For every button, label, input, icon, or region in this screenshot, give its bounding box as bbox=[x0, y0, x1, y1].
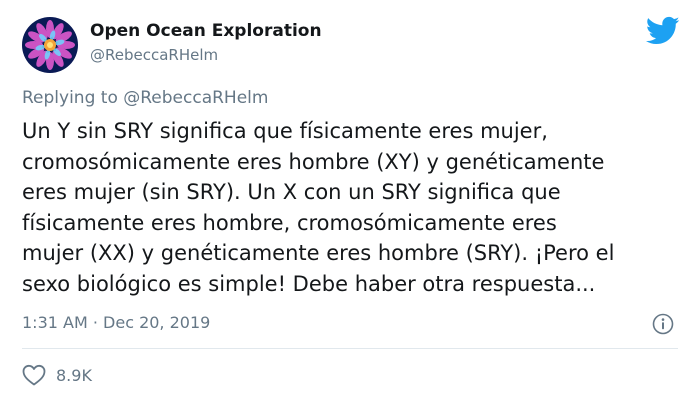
tweet-text-line: eres mujer (sin SRY). Un X con un SRY si… bbox=[22, 180, 561, 204]
tweet-text-line: Un Y sin SRY significa que físicamente e… bbox=[22, 119, 548, 143]
like-button[interactable]: 8.9K bbox=[22, 364, 92, 386]
info-icon[interactable] bbox=[652, 313, 674, 335]
heart-icon bbox=[22, 364, 46, 386]
replying-to-label: Replying to bbox=[22, 88, 118, 108]
avatar[interactable] bbox=[22, 17, 78, 73]
like-count: 8.9K bbox=[56, 365, 92, 385]
replying-to: Replying to @RebeccaRHelm bbox=[22, 88, 268, 108]
account-handle[interactable]: @RebeccaRHelm bbox=[90, 46, 218, 64]
tweet-text: Un Y sin SRY significa que físicamente e… bbox=[22, 116, 682, 299]
avatar-jellyfish-image bbox=[22, 17, 78, 73]
account-name[interactable]: Open Ocean Exploration bbox=[90, 21, 322, 41]
tweet-timestamp[interactable]: 1:31 AM · Dec 20, 2019 bbox=[22, 313, 210, 332]
divider bbox=[22, 348, 678, 349]
tweet-text-line: mujer (XX) y genéticamente eres hombre (… bbox=[22, 241, 615, 265]
tweet-text-line: sexo biológico es simple! Debe haber otr… bbox=[22, 271, 596, 296]
twitter-bird-icon[interactable] bbox=[646, 16, 680, 46]
tweet-text-line: cromosómicamente eres hombre (XY) y gené… bbox=[22, 149, 605, 174]
tweet-text-line: físicamente eres hombre, cromosómicament… bbox=[22, 210, 557, 235]
replying-to-mention[interactable]: @RebeccaRHelm bbox=[123, 88, 268, 108]
